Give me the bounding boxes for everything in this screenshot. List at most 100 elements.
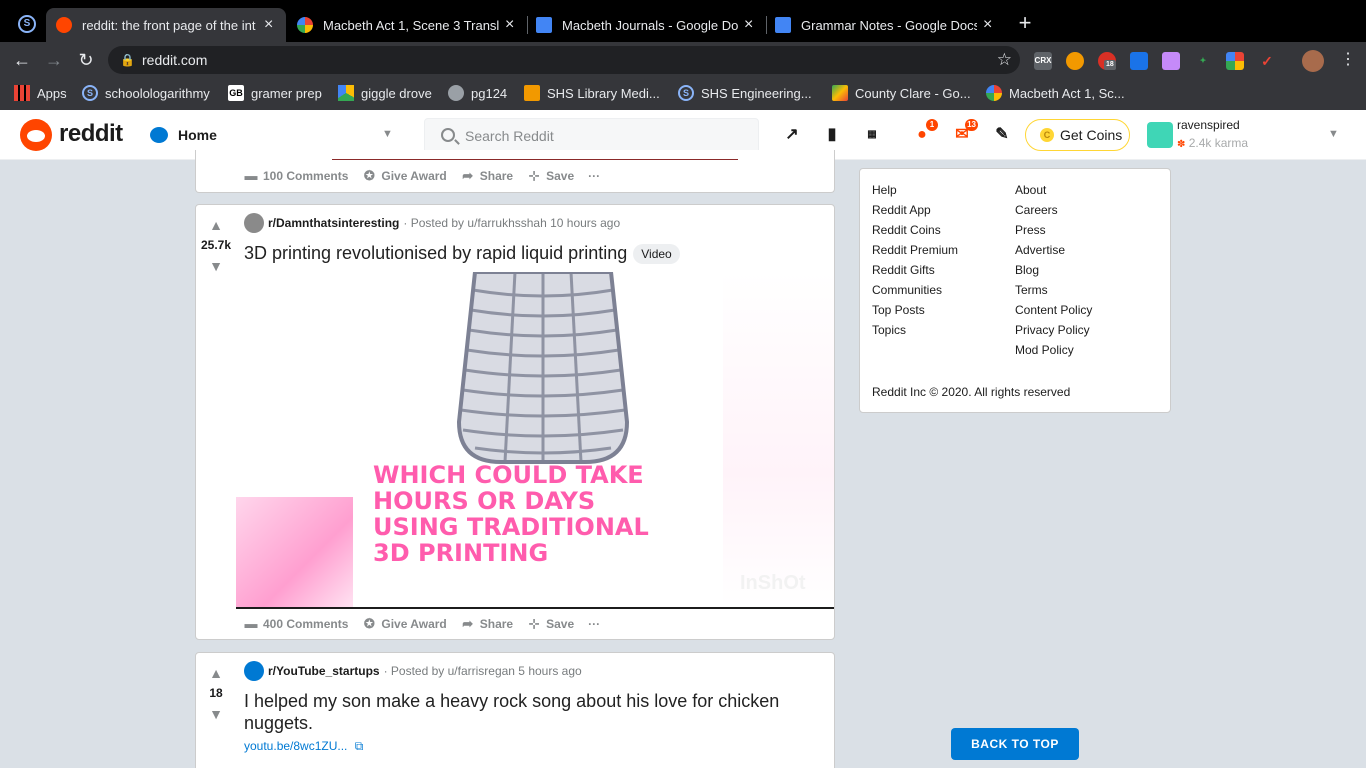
close-tab-icon[interactable]: × (264, 16, 273, 34)
bookmark-gramer-prep[interactable]: GB gramer prep (228, 85, 322, 101)
footer-link-reddit-premium[interactable]: Reddit Premium (872, 243, 958, 257)
bookmark-giggle-drove[interactable]: giggle drove (338, 85, 432, 101)
close-tab-icon[interactable]: × (983, 16, 992, 34)
downvote-arrow-icon[interactable]: ▼ (208, 258, 224, 274)
close-tab-icon[interactable]: × (505, 16, 514, 34)
footer-link-about[interactable]: About (1015, 183, 1046, 197)
bookmark-apps[interactable]: Apps (14, 85, 67, 101)
footer-link-terms[interactable]: Terms (1015, 283, 1048, 297)
rpan-icon[interactable]: ▦ (862, 125, 882, 145)
feed-selector-label[interactable]: Home (178, 127, 217, 143)
chevron-down-icon[interactable]: ▼ (1328, 128, 1339, 140)
user-profile-avatar[interactable] (1302, 50, 1324, 72)
chevron-down-icon[interactable]: ▼ (382, 128, 393, 140)
subreddit-link[interactable]: r/Damnthatsinteresting (268, 216, 399, 230)
bookmark-shs-library[interactable]: SHS Library Medi... (524, 85, 660, 101)
share-button[interactable]: ➦ Share (461, 617, 513, 632)
footer-link-communities[interactable]: Communities (872, 283, 942, 297)
upvote-arrow-icon[interactable]: ▲ (208, 217, 224, 233)
color-extension-icon[interactable] (1226, 52, 1244, 70)
downvote-arrow-icon[interactable]: ▼ (208, 706, 224, 722)
more-options-button[interactable]: ··· (588, 169, 600, 183)
post-card[interactable]: ▲ 25.7k ▼ r/Damnthatsinteresting · Poste… (195, 204, 835, 640)
footer-link-mod-policy[interactable]: Mod Policy (1015, 343, 1074, 357)
footer-link-topics[interactable]: Topics (872, 323, 906, 337)
more-options-button[interactable]: ··· (588, 617, 600, 631)
bookmark-label: SHS Engineering... (701, 85, 812, 101)
share-button[interactable]: ➦ Share (461, 169, 513, 184)
post-title-row[interactable]: 3D printing revolutionised by rapid liqu… (244, 242, 814, 265)
subreddit-link[interactable]: r/YouTube_startups (268, 664, 380, 678)
browser-profile-icon[interactable]: S (18, 15, 36, 33)
bookmark-schoology[interactable]: S schoolologarithmy (82, 85, 210, 101)
box-extension-icon[interactable] (1162, 52, 1180, 70)
comments-button[interactable]: ▬ 100 Comments (244, 169, 349, 184)
username[interactable]: ravenspired (1177, 118, 1240, 132)
save-button[interactable]: ⊹ Save (527, 169, 574, 184)
reddit-logo-icon[interactable] (20, 119, 52, 151)
post-title[interactable]: I helped my son make a heavy rock song a… (244, 690, 814, 734)
footer-link-reddit-gifts[interactable]: Reddit Gifts (872, 263, 935, 277)
footer-link-reddit-coins[interactable]: Reddit Coins (872, 223, 941, 237)
bookmark-star-icon[interactable]: ☆ (997, 46, 1012, 74)
back-arrow-icon[interactable]: ← (10, 48, 34, 72)
video-player[interactable]: WHICH COULD TAKE HOURS OR DAYS USING TRA… (236, 272, 834, 609)
subreddit-icon[interactable] (244, 213, 264, 233)
back-to-top-button[interactable]: BACK TO TOP (951, 728, 1079, 760)
inbox-icon[interactable]: ✉ 13 (952, 119, 978, 145)
post-card[interactable]: ▲ 18 ▼ r/YouTube_startups · Posted by u/… (195, 652, 835, 768)
checkmark-extension-icon[interactable] (1130, 52, 1148, 70)
crx-extension-icon[interactable]: CRX (1034, 52, 1052, 70)
bookmark-macbeth[interactable]: Macbeth Act 1, Sc... (986, 85, 1125, 101)
footer-link-content-policy[interactable]: Content Policy (1015, 303, 1092, 317)
reload-icon[interactable]: ↻ (74, 48, 98, 72)
video-progress-bar[interactable] (236, 607, 834, 609)
footer-link-advertise[interactable]: Advertise (1015, 243, 1065, 257)
footer-link-reddit-app[interactable]: Reddit App (872, 203, 931, 217)
owl-extension-icon[interactable] (1066, 52, 1084, 70)
footer-link-blog[interactable]: Blog (1015, 263, 1039, 277)
bookmark-pg124[interactable]: pg124 (448, 85, 507, 101)
footer-links-card: Help Reddit App Reddit Coins Reddit Prem… (859, 168, 1171, 413)
post-card[interactable]: ▬ 100 Comments ✪ Give Award ➦ Share ⊹ Save ·… (195, 150, 835, 193)
leaderboard-icon[interactable]: ▮ (822, 125, 842, 145)
search-bar[interactable] (424, 118, 759, 154)
avatar[interactable] (1147, 122, 1173, 148)
get-coins-button[interactable]: C Get Coins (1025, 119, 1130, 151)
reddit-wordmark[interactable]: reddit (59, 120, 123, 148)
video-frame[interactable]: WHICH COULD TAKE HOURS OR DAYS USING TRA… (353, 272, 723, 608)
flair-badge[interactable]: Video (633, 244, 680, 265)
chat-icon[interactable]: ● 1 (912, 119, 938, 145)
apa-extension-icon[interactable]: 18 (1098, 52, 1116, 70)
upvote-arrow-icon[interactable]: ▲ (208, 665, 224, 681)
footer-link-careers[interactable]: Careers (1015, 203, 1058, 217)
tab-reddit[interactable]: reddit: the front page of the int × (46, 8, 286, 42)
footer-link-top-posts[interactable]: Top Posts (872, 303, 925, 317)
give-award-button[interactable]: ✪ Give Award (362, 169, 447, 184)
chrome-menu-icon[interactable]: ⋮ (1340, 50, 1356, 70)
external-link-text[interactable]: youtu.be/8wc1ZU... (244, 739, 347, 753)
tab-macbeth-journals[interactable]: Macbeth Journals - Google Doc × (526, 8, 766, 42)
tab-macbeth-translation[interactable]: Macbeth Act 1, Scene 3 Transla × (287, 8, 527, 42)
external-link[interactable]: youtu.be/8wc1ZU... ⧉ (244, 739, 363, 754)
footer-link-help[interactable]: Help (872, 183, 897, 197)
subreddit-icon[interactable] (244, 661, 264, 681)
swoosh-extension-icon[interactable]: ✓ (1258, 52, 1276, 70)
forward-arrow-icon[interactable]: → (42, 48, 66, 72)
new-tab-button[interactable]: + (1014, 12, 1036, 34)
bookmark-shs-engineering[interactable]: S SHS Engineering... (678, 85, 812, 101)
tab-grammar-notes[interactable]: Grammar Notes - Google Docs × (765, 8, 1005, 42)
footer-link-press[interactable]: Press (1015, 223, 1046, 237)
comments-button[interactable]: ▬ 400 Comments (244, 617, 349, 632)
leaf-extension-icon[interactable]: ✦ (1194, 52, 1212, 70)
give-award-button[interactable]: ✪ Give Award (362, 617, 447, 632)
bookmark-county-clare[interactable]: County Clare - Go... (832, 85, 971, 101)
close-tab-icon[interactable]: × (744, 16, 753, 34)
save-button[interactable]: ⊹ Save (527, 617, 574, 632)
post-title[interactable]: 3D printing revolutionised by rapid liqu… (244, 243, 627, 263)
footer-link-privacy-policy[interactable]: Privacy Policy (1015, 323, 1090, 337)
search-input[interactable] (465, 119, 745, 153)
trending-icon[interactable]: ↗ (782, 125, 802, 145)
create-post-pencil-icon[interactable]: ✎ (992, 125, 1012, 145)
address-bar[interactable]: 🔒 reddit.com ☆ (108, 46, 1020, 74)
